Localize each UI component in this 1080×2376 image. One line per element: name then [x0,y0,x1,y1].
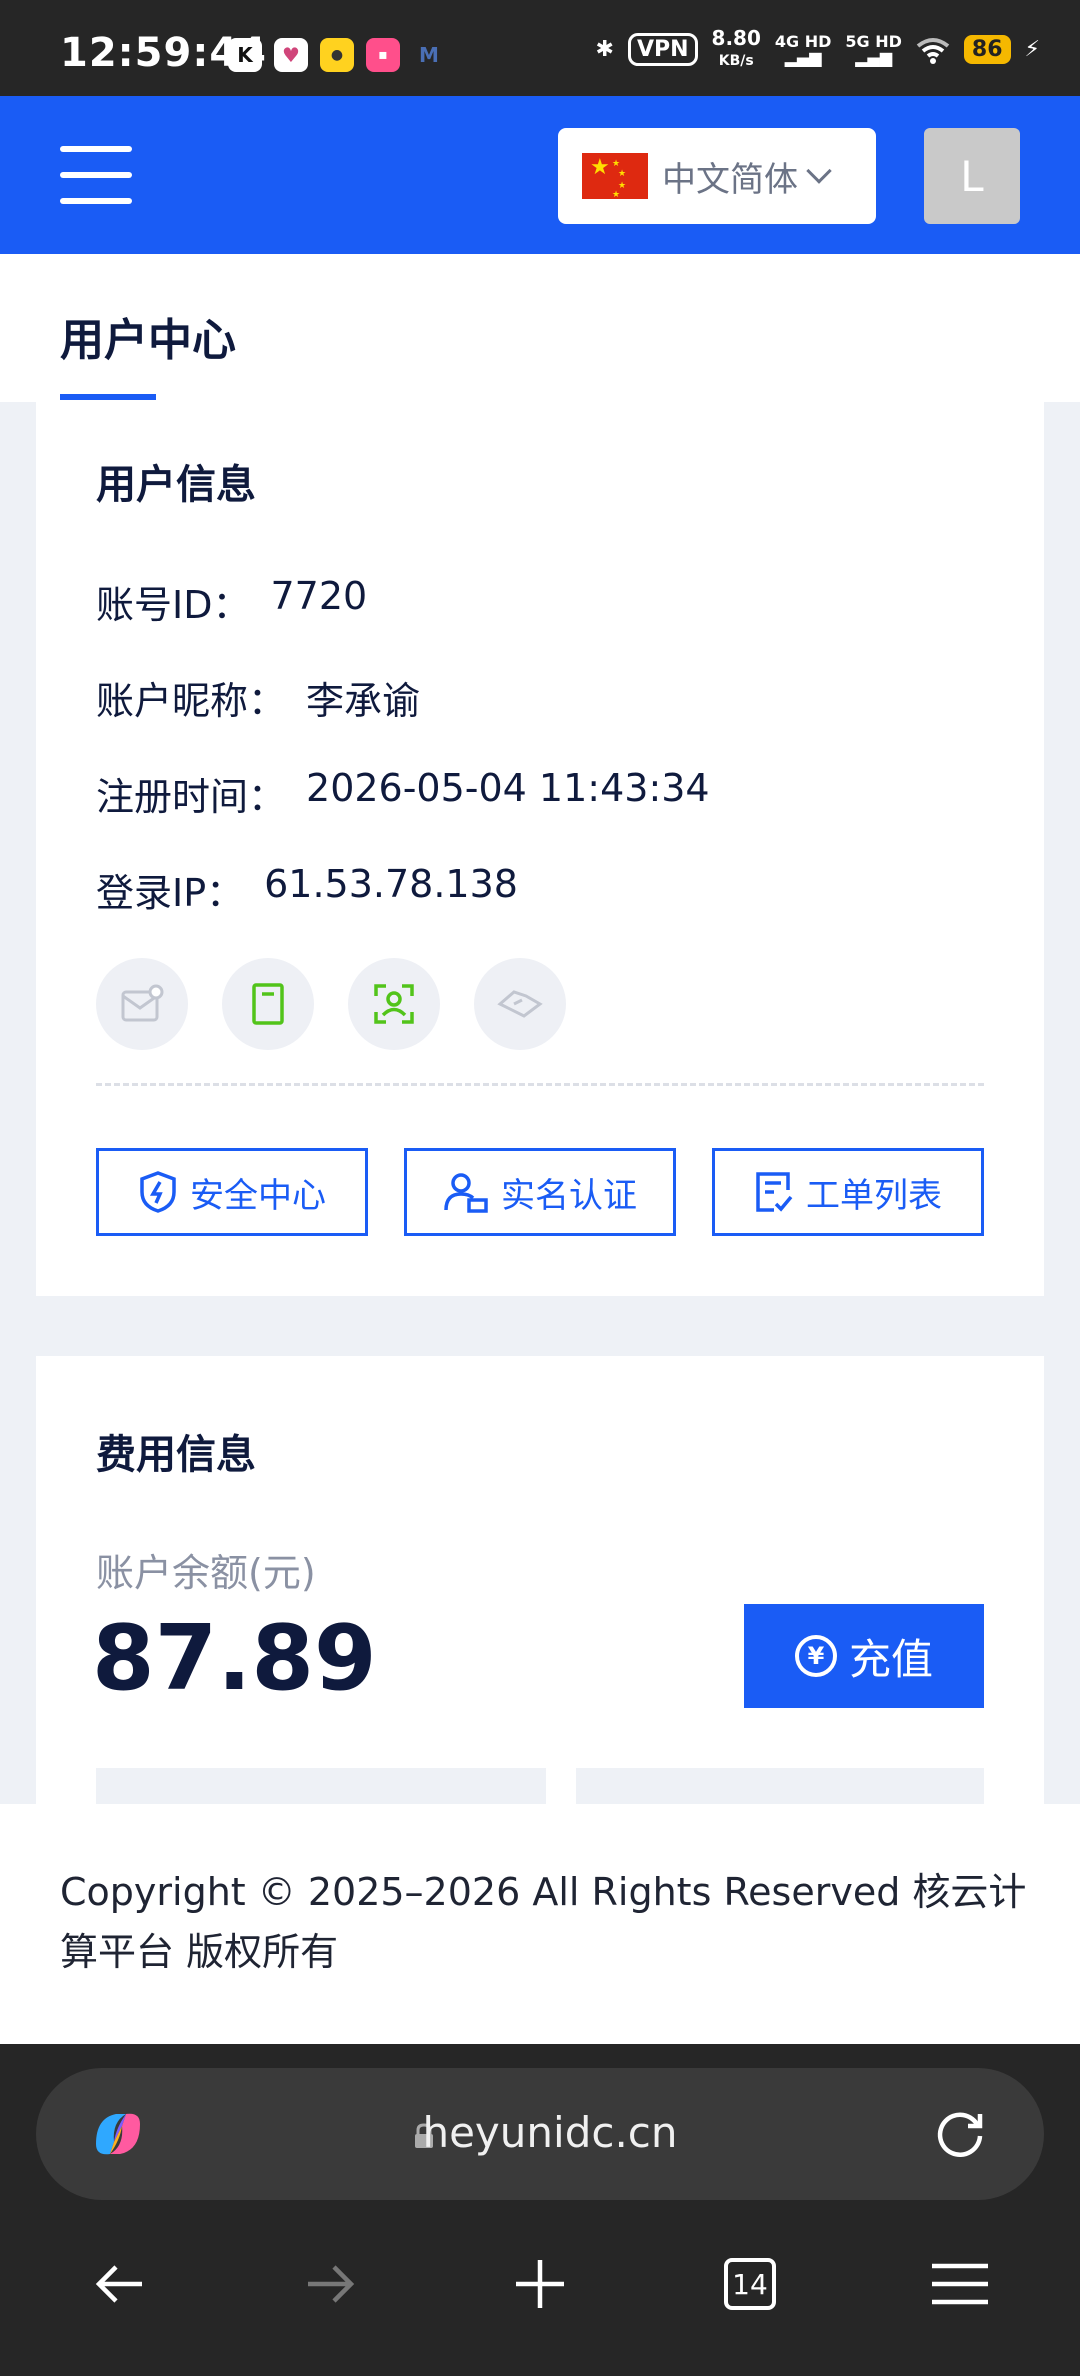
divider [96,1083,984,1086]
net-speed: 8.80 KB/s [711,26,761,69]
billing-subcard [96,1768,546,1804]
browser-toolbar: heyunidc.cn 14 [0,2044,1080,2376]
arrow-right-icon [308,2265,355,2303]
tabs-button[interactable]: 14 [710,2244,790,2324]
url-text[interactable]: heyunidc.cn [36,2108,1044,2157]
copyright-text: Copyright © 2025–2026 All Rights Reserve… [60,1870,1027,1974]
notification-icons: K ♥ ● ▪ M [228,38,446,72]
recharge-button[interactable]: ¥ 充值 [744,1604,984,1708]
wifi-icon [916,37,950,64]
ticket-list-icon [756,1172,793,1212]
charging-icon: ⚡ [1024,37,1040,62]
plus-icon [516,2260,564,2308]
new-tab-button[interactable] [500,2244,580,2324]
active-tab-indicator [60,394,156,400]
address-bar[interactable]: heyunidc.cn [36,2068,1044,2200]
reload-icon[interactable] [932,2106,988,2162]
billing-title: 费用信息 [96,1432,256,1478]
k-app-icon: K [228,38,262,72]
login-ip-row: 登录IP： 61.53.78.138 [96,862,518,915]
balance-label: 账户余额(元) [96,1551,316,1595]
signal-4g-icon: 4G HD ▂▄▆ [774,31,832,67]
nickname-row: 账户昵称： 李承谕 [96,679,421,723]
user-id-icon [444,1173,488,1213]
back-button[interactable] [80,2244,160,2324]
balance-value: 87.89 [92,1606,377,1711]
bilibili-app-icon: ▪ [366,38,400,72]
avatar[interactable]: L [924,128,1020,224]
vpn-badge: VPN [627,33,698,66]
page-footer: Copyright © 2025–2026 All Rights Reserve… [0,1804,1080,2044]
email-verify-icon[interactable] [96,958,188,1050]
status-bar: 12:59:44 K ♥ ● ▪ M ✱ VPN 8.80 KB/s 4G HD… [0,0,1080,96]
status-right: ✱ VPN 8.80 KB/s 4G HD ▂▄▆ 5G HD ▂▄▆ 86 ⚡ [596,28,1040,71]
billing-card: 费用信息 账户余额(元) 87.89 ¥ 充值 [36,1356,1044,1804]
wechat-bind-icon[interactable] [474,958,566,1050]
phone-verify-icon[interactable] [222,958,314,1050]
tab-count: 14 [724,2258,776,2310]
user-info-title: 用户信息 [96,462,256,508]
ticket-list-button[interactable]: 工单列表 [712,1148,984,1236]
security-center-button[interactable]: 安全中心 [96,1148,368,1236]
browser-menu-button[interactable] [920,2244,1000,2324]
language-label: 中文简体 [662,159,798,200]
language-selector[interactable]: ★ ★ ★ ★ ★ 中文简体 [558,128,876,224]
forward-button[interactable] [290,2244,370,2324]
user-info-card: 用户信息 账号ID： 7720 账户昵称： 李承谕 注册时间： 2026-05-… [36,402,1044,1296]
page-title-bar: 用户中心 [0,254,1080,402]
shield-icon [140,1171,176,1213]
arrow-left-icon [95,2265,142,2303]
signal-5g-icon: 5G HD ▂▄▆ [845,31,902,67]
mail-app-icon: M [419,43,439,67]
register-time-row: 注册时间： 2026-05-04 11:43:34 [96,766,710,819]
face-verify-icon[interactable] [348,958,440,1050]
bluetooth-icon: ✱ [595,37,614,62]
yen-icon: ¥ [794,1635,837,1677]
chevron-down-icon [806,158,832,184]
china-flag-icon: ★ ★ ★ ★ ★ [582,153,648,200]
menu-icon[interactable] [60,146,132,204]
billing-subcard [576,1768,984,1804]
menu-icon [932,2263,988,2305]
heart-app-icon: ♥ [274,38,308,72]
battery-level: 86 [963,35,1011,64]
food-app-icon: ● [320,38,354,72]
app-header: ★ ★ ★ ★ ★ 中文简体 L [0,96,1080,254]
real-name-auth-button[interactable]: 实名认证 [404,1148,676,1236]
account-id-row: 账号ID： 7720 [96,574,368,627]
page-title[interactable]: 用户中心 [60,304,236,368]
